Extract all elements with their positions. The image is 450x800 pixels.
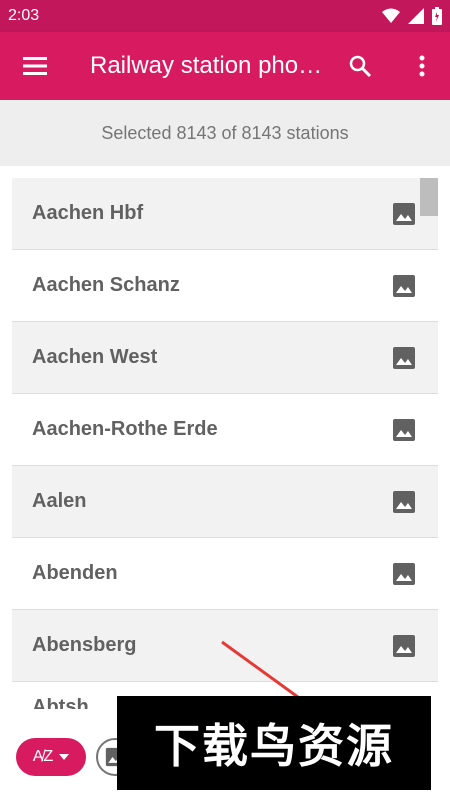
photo-icon: [393, 346, 415, 369]
menu-icon: [23, 57, 47, 75]
search-button[interactable]: [330, 32, 390, 100]
station-name: Aalen: [32, 490, 87, 512]
station-row[interactable]: Aachen-Rothe Erde: [12, 394, 438, 466]
caret-down-icon: [59, 754, 70, 760]
app-title: Railway station pho…: [90, 52, 323, 79]
more-vert-icon: [419, 55, 425, 77]
station-name: Abenden: [32, 562, 118, 584]
sort-button[interactable]: A̸Z: [16, 738, 86, 776]
photo-icon: [393, 562, 415, 585]
app-bar: Railway station pho…: [0, 32, 450, 100]
station-name: Aachen West: [32, 346, 158, 368]
wifi-icon: [382, 8, 400, 23]
selection-summary: Selected 8143 of 8143 stations: [0, 100, 450, 166]
status-icons: [382, 7, 442, 25]
station-name: Aachen Hbf: [32, 202, 144, 224]
more-options-button[interactable]: [394, 32, 450, 100]
photo-icon: [393, 202, 415, 225]
list-scrollbar[interactable]: [420, 178, 438, 216]
station-row[interactable]: Aachen West: [12, 322, 438, 394]
station-row[interactable]: Aachen Hbf: [12, 178, 438, 250]
station-row[interactable]: Aachen Schanz: [12, 250, 438, 322]
station-list[interactable]: Aachen Hbf Aachen Schanz Aachen West Aac…: [12, 178, 438, 714]
menu-button[interactable]: [0, 32, 70, 100]
signal-icon: [408, 8, 424, 24]
battery-icon: [432, 7, 442, 25]
watermark-overlay: 下载鸟资源: [117, 696, 431, 790]
sort-az-icon: A̸Z: [32, 748, 54, 765]
photo-icon: [393, 634, 415, 657]
status-bar: 2:03: [0, 0, 450, 32]
station-name: Abensberg: [32, 634, 137, 656]
photo-icon: [393, 274, 415, 297]
status-time: 2:03: [8, 7, 40, 24]
photo-icon: [393, 418, 415, 441]
search-icon: [349, 55, 372, 78]
station-row[interactable]: Abenden: [12, 538, 438, 610]
station-row[interactable]: Aalen: [12, 466, 438, 538]
station-name: Aachen Schanz: [32, 274, 180, 296]
selection-summary-text: Selected 8143 of 8143 stations: [101, 122, 349, 143]
station-name: Aachen-Rothe Erde: [32, 418, 218, 440]
photo-icon: [393, 490, 415, 513]
